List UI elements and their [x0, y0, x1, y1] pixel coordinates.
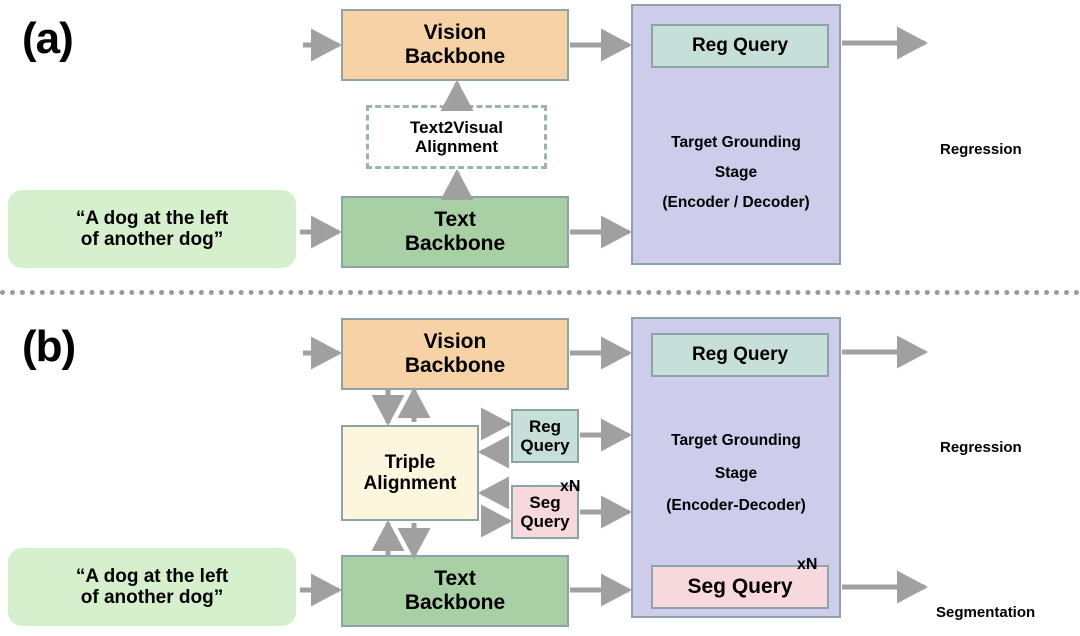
panel-b-queries-repeat-badge: xN	[560, 478, 581, 495]
panel-b-output-regression-label: Regression	[940, 439, 1022, 456]
alignment-line-1: Triple	[384, 451, 436, 473]
figure-canvas: (a) “A dog at the left of another dog” V…	[0, 0, 1080, 636]
panel-b-output-segmentation-label: Segmentation	[936, 604, 1036, 621]
panel-a-stage-line-3: (Encoder / Decoder)	[662, 194, 810, 211]
small-reg-query-line-2: Query	[520, 436, 570, 455]
panel-b-stage-line-3: (Encoder-Decoder)	[666, 497, 806, 514]
panel-a-prompt-bubble: “A dog at the left of another dog”	[8, 190, 296, 268]
prompt-line-2: of another dog”	[80, 587, 224, 608]
text-backbone-line-1: Text	[434, 567, 476, 591]
panel-a-stage-line-2: Stage	[714, 164, 758, 181]
text-backbone-line-2: Backbone	[404, 232, 506, 255]
vision-backbone-line-1: Vision	[423, 21, 487, 45]
panel-b-triple-alignment: Triple Alignment	[341, 425, 479, 521]
panel-a-label: (a)	[22, 14, 74, 63]
panel-a-target-grounding-stage: Reg Query Target Grounding Stage (Encode…	[631, 4, 841, 265]
prompt-line-2: of another dog”	[80, 229, 224, 250]
alignment-line-2: Alignment	[363, 473, 457, 494]
panel-a-reg-query: Reg Query	[651, 24, 829, 68]
text-backbone-line-1: Text	[434, 208, 476, 232]
panel-a-text-backbone: Text Backbone	[341, 196, 569, 268]
panel-b-seg-repeat-badge: xN	[797, 556, 818, 573]
panel-a-vision-backbone: Vision Backbone	[341, 9, 569, 81]
prompt-line-1: “A dog at the left	[75, 207, 229, 229]
small-seg-query-line-2: Query	[520, 512, 570, 531]
small-seg-query-line-1: Seg	[529, 492, 561, 512]
alignment-line-2: Alignment	[414, 137, 499, 156]
panel-a-text2visual-alignment: Text2Visual Alignment	[366, 105, 547, 169]
prompt-line-1: “A dog at the left	[75, 565, 229, 587]
panel-b-reg-query: Reg Query	[651, 333, 829, 377]
panel-b-text-backbone: Text Backbone	[341, 555, 569, 627]
text-backbone-line-2: Backbone	[404, 591, 506, 614]
panel-divider	[0, 290, 1080, 295]
panel-b-small-reg-query: Reg Query	[511, 409, 579, 463]
panel-a-stage-line-1: Target Grounding	[671, 134, 801, 151]
panel-b-prompt-bubble: “A dog at the left of another dog”	[8, 548, 296, 626]
panel-b-stage-line-2: Stage	[714, 465, 758, 482]
vision-backbone-line-1: Vision	[423, 330, 487, 354]
panel-b-label: (b)	[22, 322, 76, 371]
panel-b-stage-line-1: Target Grounding	[671, 432, 801, 449]
vision-backbone-line-2: Backbone	[404, 354, 506, 377]
vision-backbone-line-2: Backbone	[404, 45, 506, 68]
panel-a-output-regression-label: Regression	[940, 141, 1022, 158]
panel-b-vision-backbone: Vision Backbone	[341, 318, 569, 390]
small-reg-query-line-1: Reg	[528, 416, 562, 436]
alignment-line-1: Text2Visual	[410, 117, 503, 137]
